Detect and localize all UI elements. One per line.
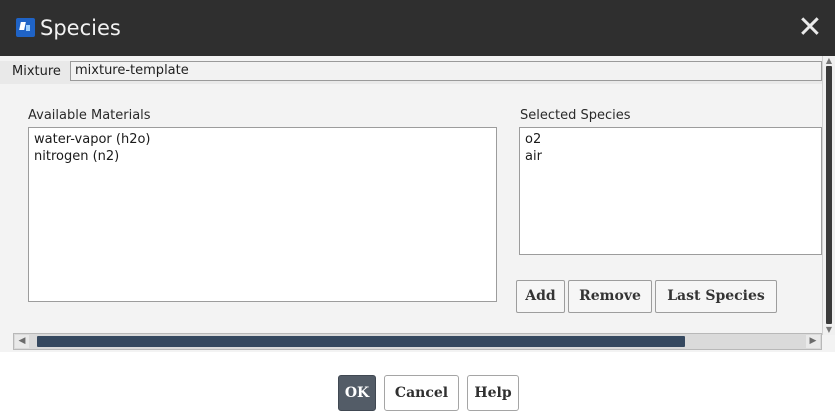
selected-species-label: Selected Species [520,108,631,123]
scroll-left-icon[interactable]: ◀ [15,335,29,348]
scroll-right-icon[interactable]: ▶ [806,335,820,348]
remove-button[interactable]: Remove [568,280,652,313]
available-materials-list[interactable]: water-vapor (h2o) nitrogen (n2) [28,127,497,302]
close-button[interactable]: ✕ [785,0,835,56]
help-button[interactable]: Help [467,375,519,411]
list-item[interactable]: nitrogen (n2) [29,148,496,165]
fluent-app-icon [16,18,35,37]
list-item[interactable]: water-vapor (h2o) [29,131,496,148]
species-dialog: Species ✕ Mixture mixture-template Avail… [0,0,835,413]
horizontal-scroll-thumb[interactable] [37,336,685,347]
add-button[interactable]: Add [516,280,565,313]
selected-species-list[interactable]: o2 air [519,127,822,255]
scroll-down-icon[interactable]: ▼ [824,326,834,334]
last-species-button[interactable]: Last Species [655,280,777,313]
list-item[interactable]: o2 [520,131,821,148]
window-title: Species [40,16,121,40]
cancel-button[interactable]: Cancel [384,375,459,411]
mixture-field[interactable]: mixture-template [70,61,822,81]
vertical-scroll-thumb[interactable] [826,66,832,324]
title-bar: Species ✕ [0,0,835,56]
horizontal-scrollbar[interactable]: ◀ ▶ [13,333,822,350]
mixture-label: Mixture [12,64,61,79]
vertical-scrollbar[interactable]: ▲ ▼ [822,56,835,335]
scroll-up-icon[interactable]: ▲ [824,57,834,65]
ok-button[interactable]: OK [338,375,376,411]
available-materials-label: Available Materials [28,108,151,123]
list-item[interactable]: air [520,148,821,165]
